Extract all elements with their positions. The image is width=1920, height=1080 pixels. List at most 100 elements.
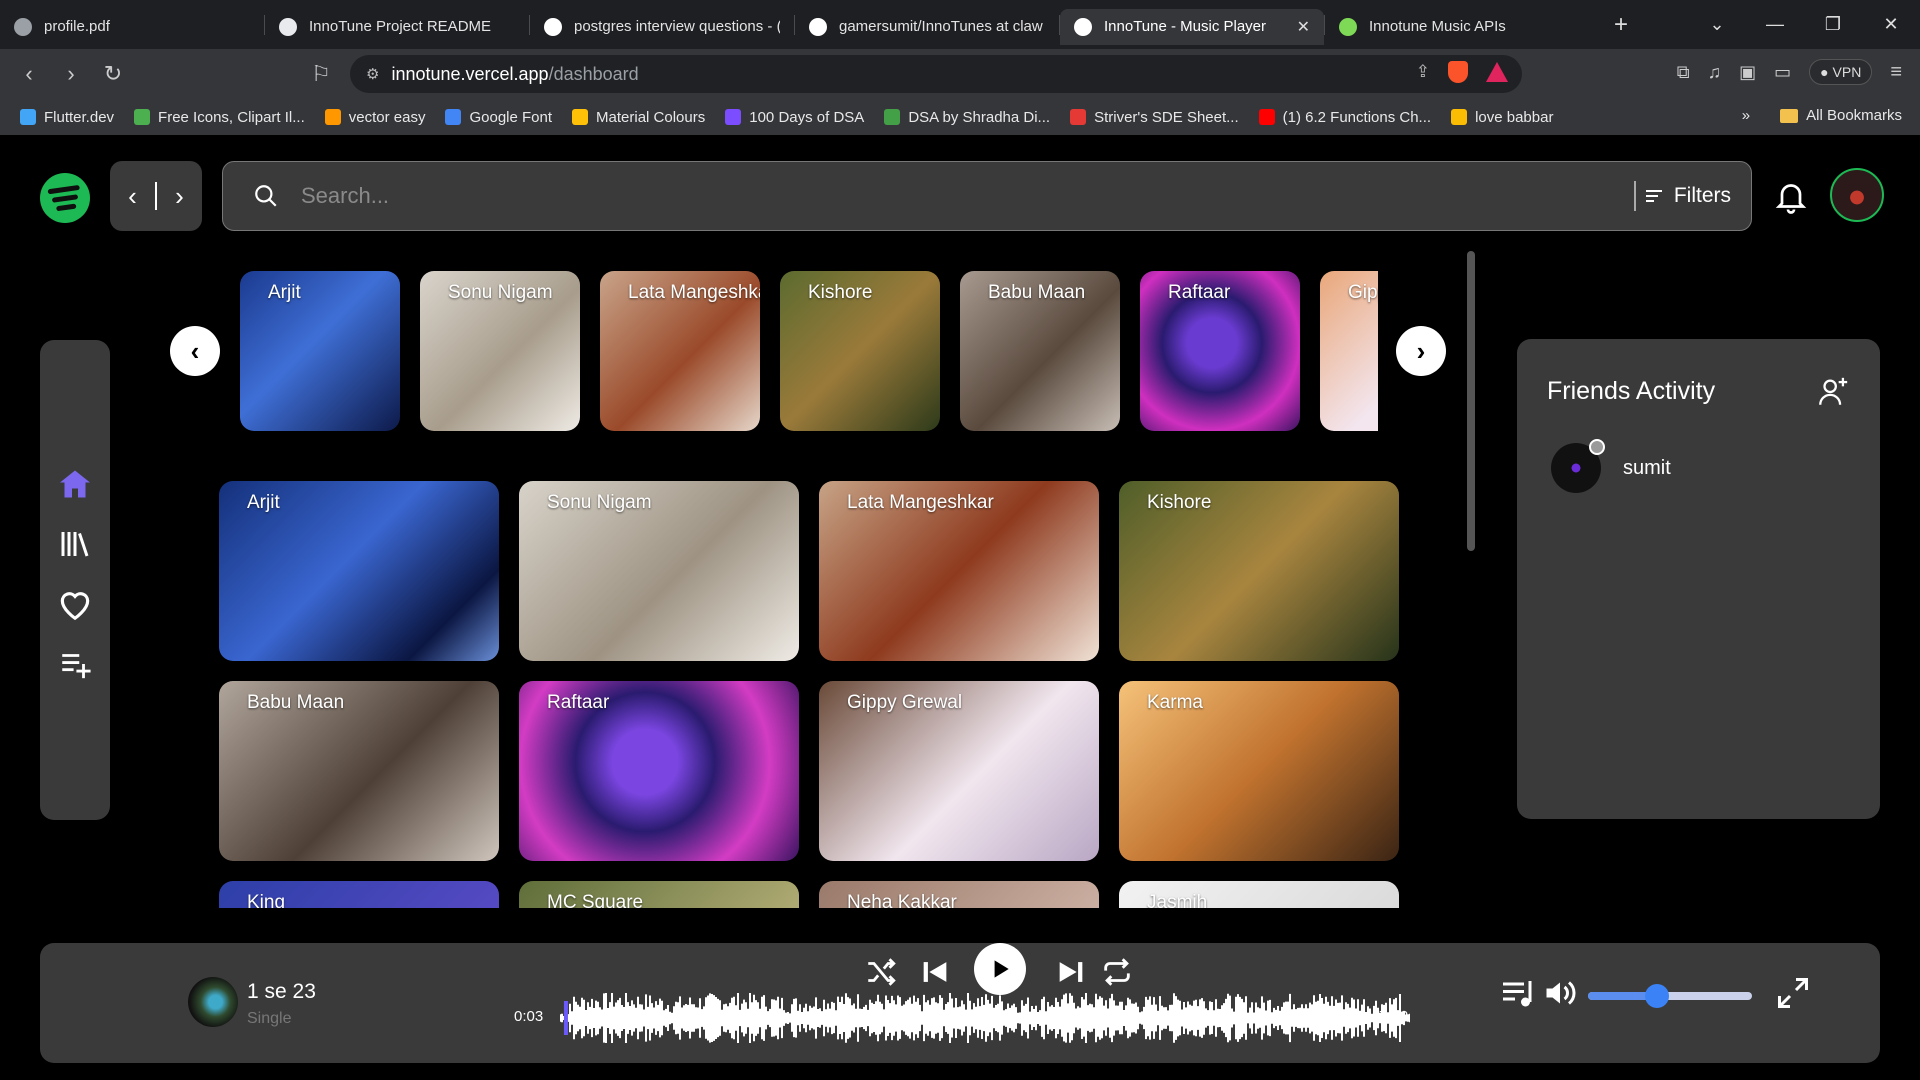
next-icon[interactable] (1054, 955, 1088, 989)
reload-icon[interactable]: ↻ (92, 61, 134, 87)
play-button[interactable] (974, 943, 1026, 995)
artist-card[interactable]: Raftaar (519, 681, 799, 861)
browser-tab[interactable]: postgres interview questions - ( (530, 9, 794, 45)
bookmark-item[interactable]: Flutter.dev (20, 109, 114, 126)
artist-card[interactable]: Babu Maan (219, 681, 499, 861)
shuffle-icon[interactable] (864, 955, 898, 989)
browser-tab[interactable]: Innotune Music APIs (1325, 9, 1589, 45)
site-settings-icon[interactable]: ⚙ (366, 65, 379, 83)
minimize-button[interactable]: — (1746, 14, 1804, 35)
sidebar (40, 340, 110, 820)
artist-card[interactable]: Sonu Nigam (519, 481, 799, 661)
restore-button[interactable]: ❐ (1804, 14, 1862, 35)
extensions-icon[interactable]: ⧉ (1677, 62, 1690, 83)
bookmark-label: (1) 6.2 Functions Ch... (1282, 108, 1432, 126)
search-input[interactable]: Search... (301, 183, 389, 209)
queue-icon[interactable] (1500, 975, 1536, 1011)
github-icon (809, 17, 827, 36)
bookmark-item[interactable]: DSA by Shradha Di... (884, 109, 1050, 126)
bookmark-item[interactable]: Free Icons, Clipart Il... (134, 109, 305, 126)
artist-card[interactable]: Lata Mangeshkar (819, 481, 1099, 661)
volume-thumb[interactable] (1644, 984, 1669, 1008)
bookmark-item[interactable]: Material Colours (572, 109, 705, 126)
volume-icon[interactable] (1542, 975, 1578, 1011)
share-icon[interactable]: ⇪ (1416, 62, 1430, 82)
brave-rewards-icon[interactable] (1486, 62, 1508, 82)
carousel-next-button[interactable]: › (1396, 326, 1446, 376)
user-avatar[interactable] (1830, 168, 1884, 222)
media-icon[interactable]: ♫ (1708, 62, 1722, 83)
artist-carousel-card[interactable]: Arjit (240, 271, 400, 431)
bookmark-item[interactable]: vector easy (324, 109, 425, 126)
bookmark-item[interactable]: 100 Days of DSA (725, 109, 864, 126)
wallet-icon[interactable]: ▭ (1774, 62, 1791, 83)
repeat-icon[interactable] (1100, 955, 1134, 989)
bookmark-item[interactable]: (1) 6.2 Functions Ch... (1258, 108, 1432, 126)
sidebar-toggle-icon[interactable]: ▣ (1739, 62, 1756, 83)
browser-tab[interactable]: profile.pdf (0, 9, 264, 45)
history-nav: ‹ › (110, 161, 202, 231)
address-bar-row: ‹ › ↻ ⚐ ⚙ innotune.vercel.app/dashboard … (0, 49, 1920, 99)
artist-carousel-card[interactable]: Raftaar (1140, 271, 1300, 431)
sidebar-item-library[interactable] (54, 523, 96, 565)
bookmark-favicon-icon (884, 109, 901, 125)
filters-button[interactable]: Filters (1633, 181, 1731, 211)
artist-card[interactable]: Arjit (219, 481, 499, 661)
bookmark-item[interactable]: Google Font (445, 109, 552, 126)
menu-icon[interactable]: ≡ (1890, 61, 1902, 84)
nav-back-icon[interactable]: ‹ (128, 181, 137, 212)
artist-carousel-card[interactable]: Sonu Nigam (420, 271, 580, 431)
url-field[interactable]: ⚙ innotune.vercel.app/dashboard ⇪ (350, 55, 1522, 93)
search-bar[interactable]: Search... Filters (222, 161, 1752, 231)
previous-icon[interactable] (918, 955, 952, 989)
artist-card[interactable]: Jasmih (1119, 881, 1399, 908)
content-scrollbar[interactable] (1467, 251, 1475, 551)
bookmark-item[interactable]: love babbar (1451, 109, 1553, 126)
artist-card[interactable]: Neha Kakkar (819, 881, 1099, 908)
browser-tab[interactable]: gamersumit/InnoTunes at claw (795, 9, 1059, 45)
fullscreen-icon[interactable] (1775, 975, 1811, 1011)
more-bookmarks-button[interactable]: » (1742, 107, 1750, 124)
waveform-seekbar[interactable] (560, 993, 1410, 1043)
browser-tab[interactable]: InnoTune - Music Player ✕ (1060, 8, 1324, 45)
bookmark-page-icon[interactable]: ⚐ (300, 61, 342, 87)
new-tab-button[interactable]: + (1601, 11, 1641, 39)
artist-carousel-card[interactable]: Babu Maan (960, 271, 1120, 431)
close-tab-icon[interactable]: ✕ (1297, 17, 1310, 37)
sidebar-item-playlist-add[interactable] (54, 643, 96, 685)
artist-carousel-card[interactable]: Gippy Grewal (1320, 271, 1378, 431)
artist-name: Neha Kakkar (847, 892, 957, 908)
sidebar-item-home[interactable] (54, 463, 96, 505)
artist-grid: Arjit Sonu Nigam Lata Mangeshkar Kishore Bab… (219, 481, 1399, 908)
artist-card[interactable]: King (219, 881, 499, 908)
all-bookmarks-button[interactable]: All Bookmarks (1780, 107, 1902, 124)
artist-carousel-card[interactable]: Lata Mangeshkar (600, 271, 760, 431)
artist-card[interactable]: MC Square (519, 881, 799, 908)
artist-name: Arjit (247, 492, 280, 513)
artist-card[interactable]: Kishore (1119, 481, 1399, 661)
forward-icon[interactable]: › (50, 61, 92, 87)
carousel-prev-button[interactable]: ‹ (170, 326, 220, 376)
add-friend-icon[interactable] (1816, 375, 1850, 409)
artist-carousel-card[interactable]: Kishore (780, 271, 940, 431)
nav-forward-icon[interactable]: › (175, 181, 184, 212)
back-icon[interactable]: ‹ (8, 61, 50, 87)
bookmark-item[interactable]: Striver's SDE Sheet... (1070, 109, 1239, 126)
all-bookmarks-label: All Bookmarks (1806, 107, 1902, 124)
heart-icon (60, 592, 90, 621)
bookmark-label: Free Icons, Clipart Il... (158, 108, 305, 126)
notification-bell-icon[interactable] (1773, 178, 1809, 214)
vpn-button[interactable]: ● VPN (1809, 59, 1873, 85)
artist-card[interactable]: Gippy Grewal (819, 681, 1099, 861)
sidebar-item-liked[interactable] (54, 583, 96, 625)
artist-card[interactable]: Karma (1119, 681, 1399, 861)
tab-search-icon[interactable]: ⌄ (1688, 14, 1746, 35)
brave-shield-icon[interactable] (1448, 61, 1468, 83)
close-window-button[interactable]: ✕ (1862, 14, 1920, 35)
artist-name: Jasmih (1147, 892, 1208, 908)
browser-tab[interactable]: InnoTune Project README (265, 9, 529, 45)
friend-avatar (1551, 439, 1605, 493)
volume-slider[interactable] (1588, 984, 1752, 1008)
spotify-logo-icon[interactable] (40, 173, 90, 223)
friend-item[interactable]: sumit (1551, 439, 1671, 493)
